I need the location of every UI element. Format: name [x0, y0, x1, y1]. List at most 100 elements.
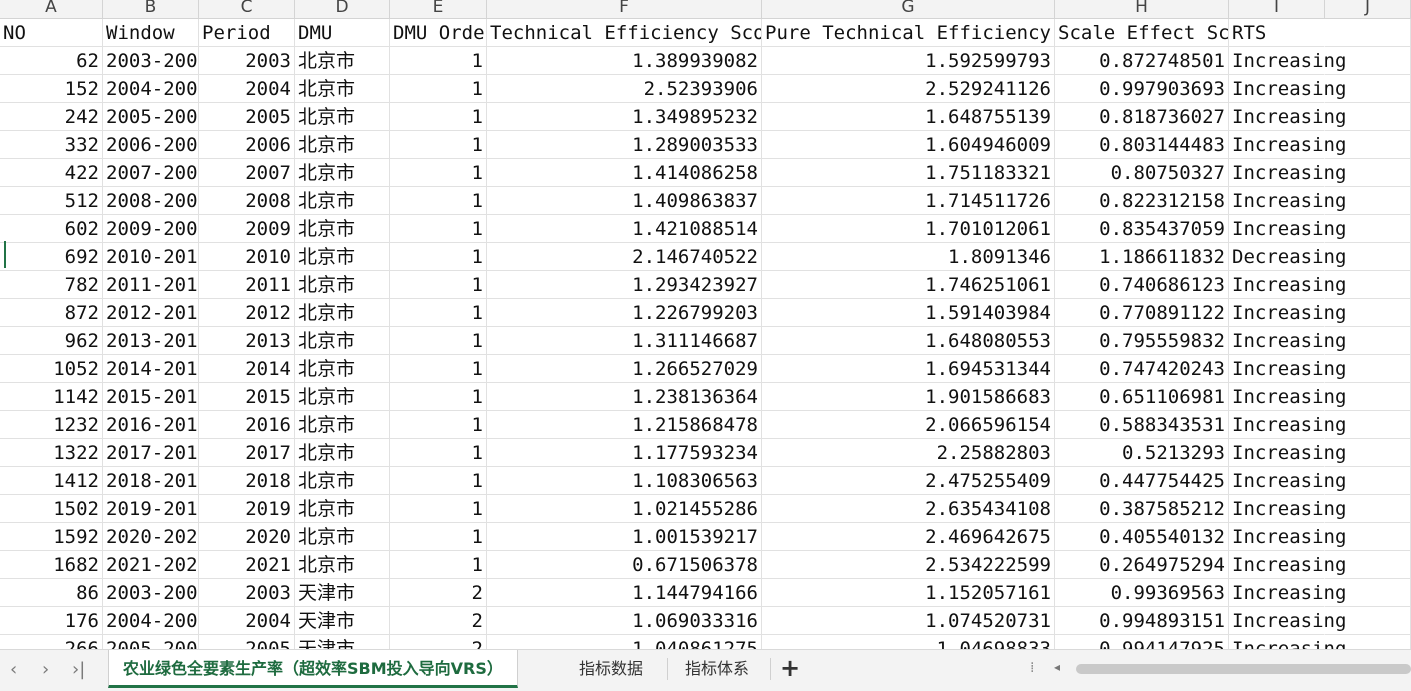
column-header-G[interactable]: G	[762, 0, 1055, 18]
cell-no[interactable]: 266	[0, 635, 103, 649]
column-header-B[interactable]: B	[103, 0, 199, 18]
spreadsheet-grid[interactable]: A B C D E F G H I J NO Window Period DMU…	[0, 0, 1411, 649]
column-header-C[interactable]: C	[199, 0, 295, 18]
column-header-I[interactable]: I	[1229, 0, 1325, 18]
cell-scale-effect[interactable]: 0.818736027	[1055, 103, 1229, 131]
cell-rts[interactable]: Increasing	[1229, 131, 1346, 159]
cell-pure-technical-efficiency[interactable]: 1.701012061	[762, 215, 1055, 243]
cell-dmu-order[interactable]: 1	[390, 383, 487, 411]
cell-dmu[interactable]: 北京市	[295, 299, 390, 327]
cell-no[interactable]: 1322	[0, 439, 103, 467]
cell-window[interactable]: 2009-2009	[103, 215, 199, 243]
cell-period[interactable]: 2004	[199, 607, 295, 635]
cell-dmu-order[interactable]: 1	[390, 355, 487, 383]
cell-pure-technical-efficiency[interactable]: 1.648080553	[762, 327, 1055, 355]
tab-green-tfp[interactable]: 农业绿色全要素生产率（超效率SBM投入导向VRS）	[108, 650, 518, 688]
cell-window[interactable]: 2006-2006	[103, 131, 199, 159]
cell-window[interactable]: 2004-2004	[103, 75, 199, 103]
empty-cell[interactable]	[1325, 187, 1411, 215]
empty-cell[interactable]	[1325, 19, 1411, 47]
cell-window[interactable]: 2018-2018	[103, 467, 199, 495]
cell-period[interactable]: 2004	[199, 75, 295, 103]
cell-scale-effect[interactable]: 0.740686123	[1055, 271, 1229, 299]
cell-no[interactable]: 242	[0, 103, 103, 131]
cell-period[interactable]: 2016	[199, 411, 295, 439]
cell-technical-efficiency[interactable]: 1.021455286	[487, 495, 762, 523]
header-cell-window[interactable]: Window	[103, 19, 199, 47]
cell-pure-technical-efficiency[interactable]: 2.635434108	[762, 495, 1055, 523]
header-cell-pure-technical-efficiency[interactable]: Pure Technical Efficiency Score	[762, 19, 1055, 47]
cell-pure-technical-efficiency[interactable]: 2.534222599	[762, 551, 1055, 579]
cell-no[interactable]: 1502	[0, 495, 103, 523]
cell-rts[interactable]: Increasing	[1229, 271, 1346, 299]
empty-cell[interactable]	[1325, 411, 1411, 439]
empty-cell[interactable]	[1325, 383, 1411, 411]
cell-period[interactable]: 2020	[199, 523, 295, 551]
cell-rts[interactable]: Increasing	[1229, 75, 1346, 103]
cell-technical-efficiency[interactable]: 0.671506378	[487, 551, 762, 579]
cell-period[interactable]: 2003	[199, 47, 295, 75]
cell-scale-effect[interactable]: 0.795559832	[1055, 327, 1229, 355]
cell-dmu[interactable]: 北京市	[295, 103, 390, 131]
cell-window[interactable]: 2003-2003	[103, 47, 199, 75]
cell-dmu-order[interactable]: 1	[390, 495, 487, 523]
cell-technical-efficiency[interactable]: 2.52393906	[487, 75, 762, 103]
cell-dmu-order[interactable]: 2	[390, 579, 487, 607]
cell-scale-effect[interactable]: 0.835437059	[1055, 215, 1229, 243]
cell-scale-effect[interactable]: 0.822312158	[1055, 187, 1229, 215]
empty-cell[interactable]	[1325, 47, 1411, 75]
cell-dmu-order[interactable]: 1	[390, 159, 487, 187]
cell-pure-technical-efficiency[interactable]: 2.529241126	[762, 75, 1055, 103]
horizontal-scrollbar[interactable]: ⁞ ◂	[1030, 660, 1411, 678]
empty-cell[interactable]	[1325, 271, 1411, 299]
cell-pure-technical-efficiency[interactable]: 2.469642675	[762, 523, 1055, 551]
header-cell-rts[interactable]: RTS	[1229, 19, 1325, 47]
cell-scale-effect[interactable]: 0.994893151	[1055, 607, 1229, 635]
cell-dmu[interactable]: 北京市	[295, 75, 390, 103]
cell-pure-technical-efficiency[interactable]: 2.25882803	[762, 439, 1055, 467]
cell-period[interactable]: 2006	[199, 131, 295, 159]
cell-pure-technical-efficiency[interactable]: 1.901586683	[762, 383, 1055, 411]
cell-no[interactable]: 422	[0, 159, 103, 187]
cell-rts[interactable]: Increasing	[1229, 607, 1346, 635]
cell-period[interactable]: 2010	[199, 243, 295, 271]
cell-period[interactable]: 2012	[199, 299, 295, 327]
cell-dmu-order[interactable]: 2	[390, 635, 487, 649]
cell-rts[interactable]: Increasing	[1229, 635, 1346, 649]
cell-technical-efficiency[interactable]: 1.421088514	[487, 215, 762, 243]
cell-window[interactable]: 2007-2007	[103, 159, 199, 187]
cell-dmu[interactable]: 北京市	[295, 439, 390, 467]
cell-window[interactable]: 2017-2017	[103, 439, 199, 467]
cell-dmu[interactable]: 北京市	[295, 159, 390, 187]
empty-cell[interactable]	[1325, 215, 1411, 243]
cell-window[interactable]: 2020-2020	[103, 523, 199, 551]
cell-period[interactable]: 2019	[199, 495, 295, 523]
cell-scale-effect[interactable]: 0.747420243	[1055, 355, 1229, 383]
cell-no[interactable]: 62	[0, 47, 103, 75]
cell-dmu-order[interactable]: 1	[390, 103, 487, 131]
cell-dmu-order[interactable]: 1	[390, 467, 487, 495]
cell-scale-effect[interactable]: 0.994147925	[1055, 635, 1229, 649]
cell-dmu-order[interactable]: 1	[390, 187, 487, 215]
cell-period[interactable]: 2003	[199, 579, 295, 607]
cell-no[interactable]: 1232	[0, 411, 103, 439]
cell-technical-efficiency[interactable]: 1.069033316	[487, 607, 762, 635]
cell-window[interactable]: 2005-2005	[103, 103, 199, 131]
empty-cell[interactable]	[1325, 523, 1411, 551]
cell-rts[interactable]: Decreasing	[1229, 243, 1346, 271]
cell-no[interactable]: 1142	[0, 383, 103, 411]
cell-period[interactable]: 2014	[199, 355, 295, 383]
cell-pure-technical-efficiency[interactable]: 1.751183321	[762, 159, 1055, 187]
cell-dmu-order[interactable]: 2	[390, 607, 487, 635]
cell-no[interactable]: 152	[0, 75, 103, 103]
header-cell-period[interactable]: Period	[199, 19, 295, 47]
cell-period[interactable]: 2018	[199, 467, 295, 495]
empty-cell[interactable]	[1325, 75, 1411, 103]
cell-scale-effect[interactable]: 0.80750327	[1055, 159, 1229, 187]
cell-dmu[interactable]: 北京市	[295, 271, 390, 299]
cell-pure-technical-efficiency[interactable]: 1.746251061	[762, 271, 1055, 299]
cell-scale-effect[interactable]: 0.5213293	[1055, 439, 1229, 467]
cell-scale-effect[interactable]: 0.447754425	[1055, 467, 1229, 495]
cell-scale-effect[interactable]: 0.872748501	[1055, 47, 1229, 75]
cell-dmu[interactable]: 北京市	[295, 131, 390, 159]
